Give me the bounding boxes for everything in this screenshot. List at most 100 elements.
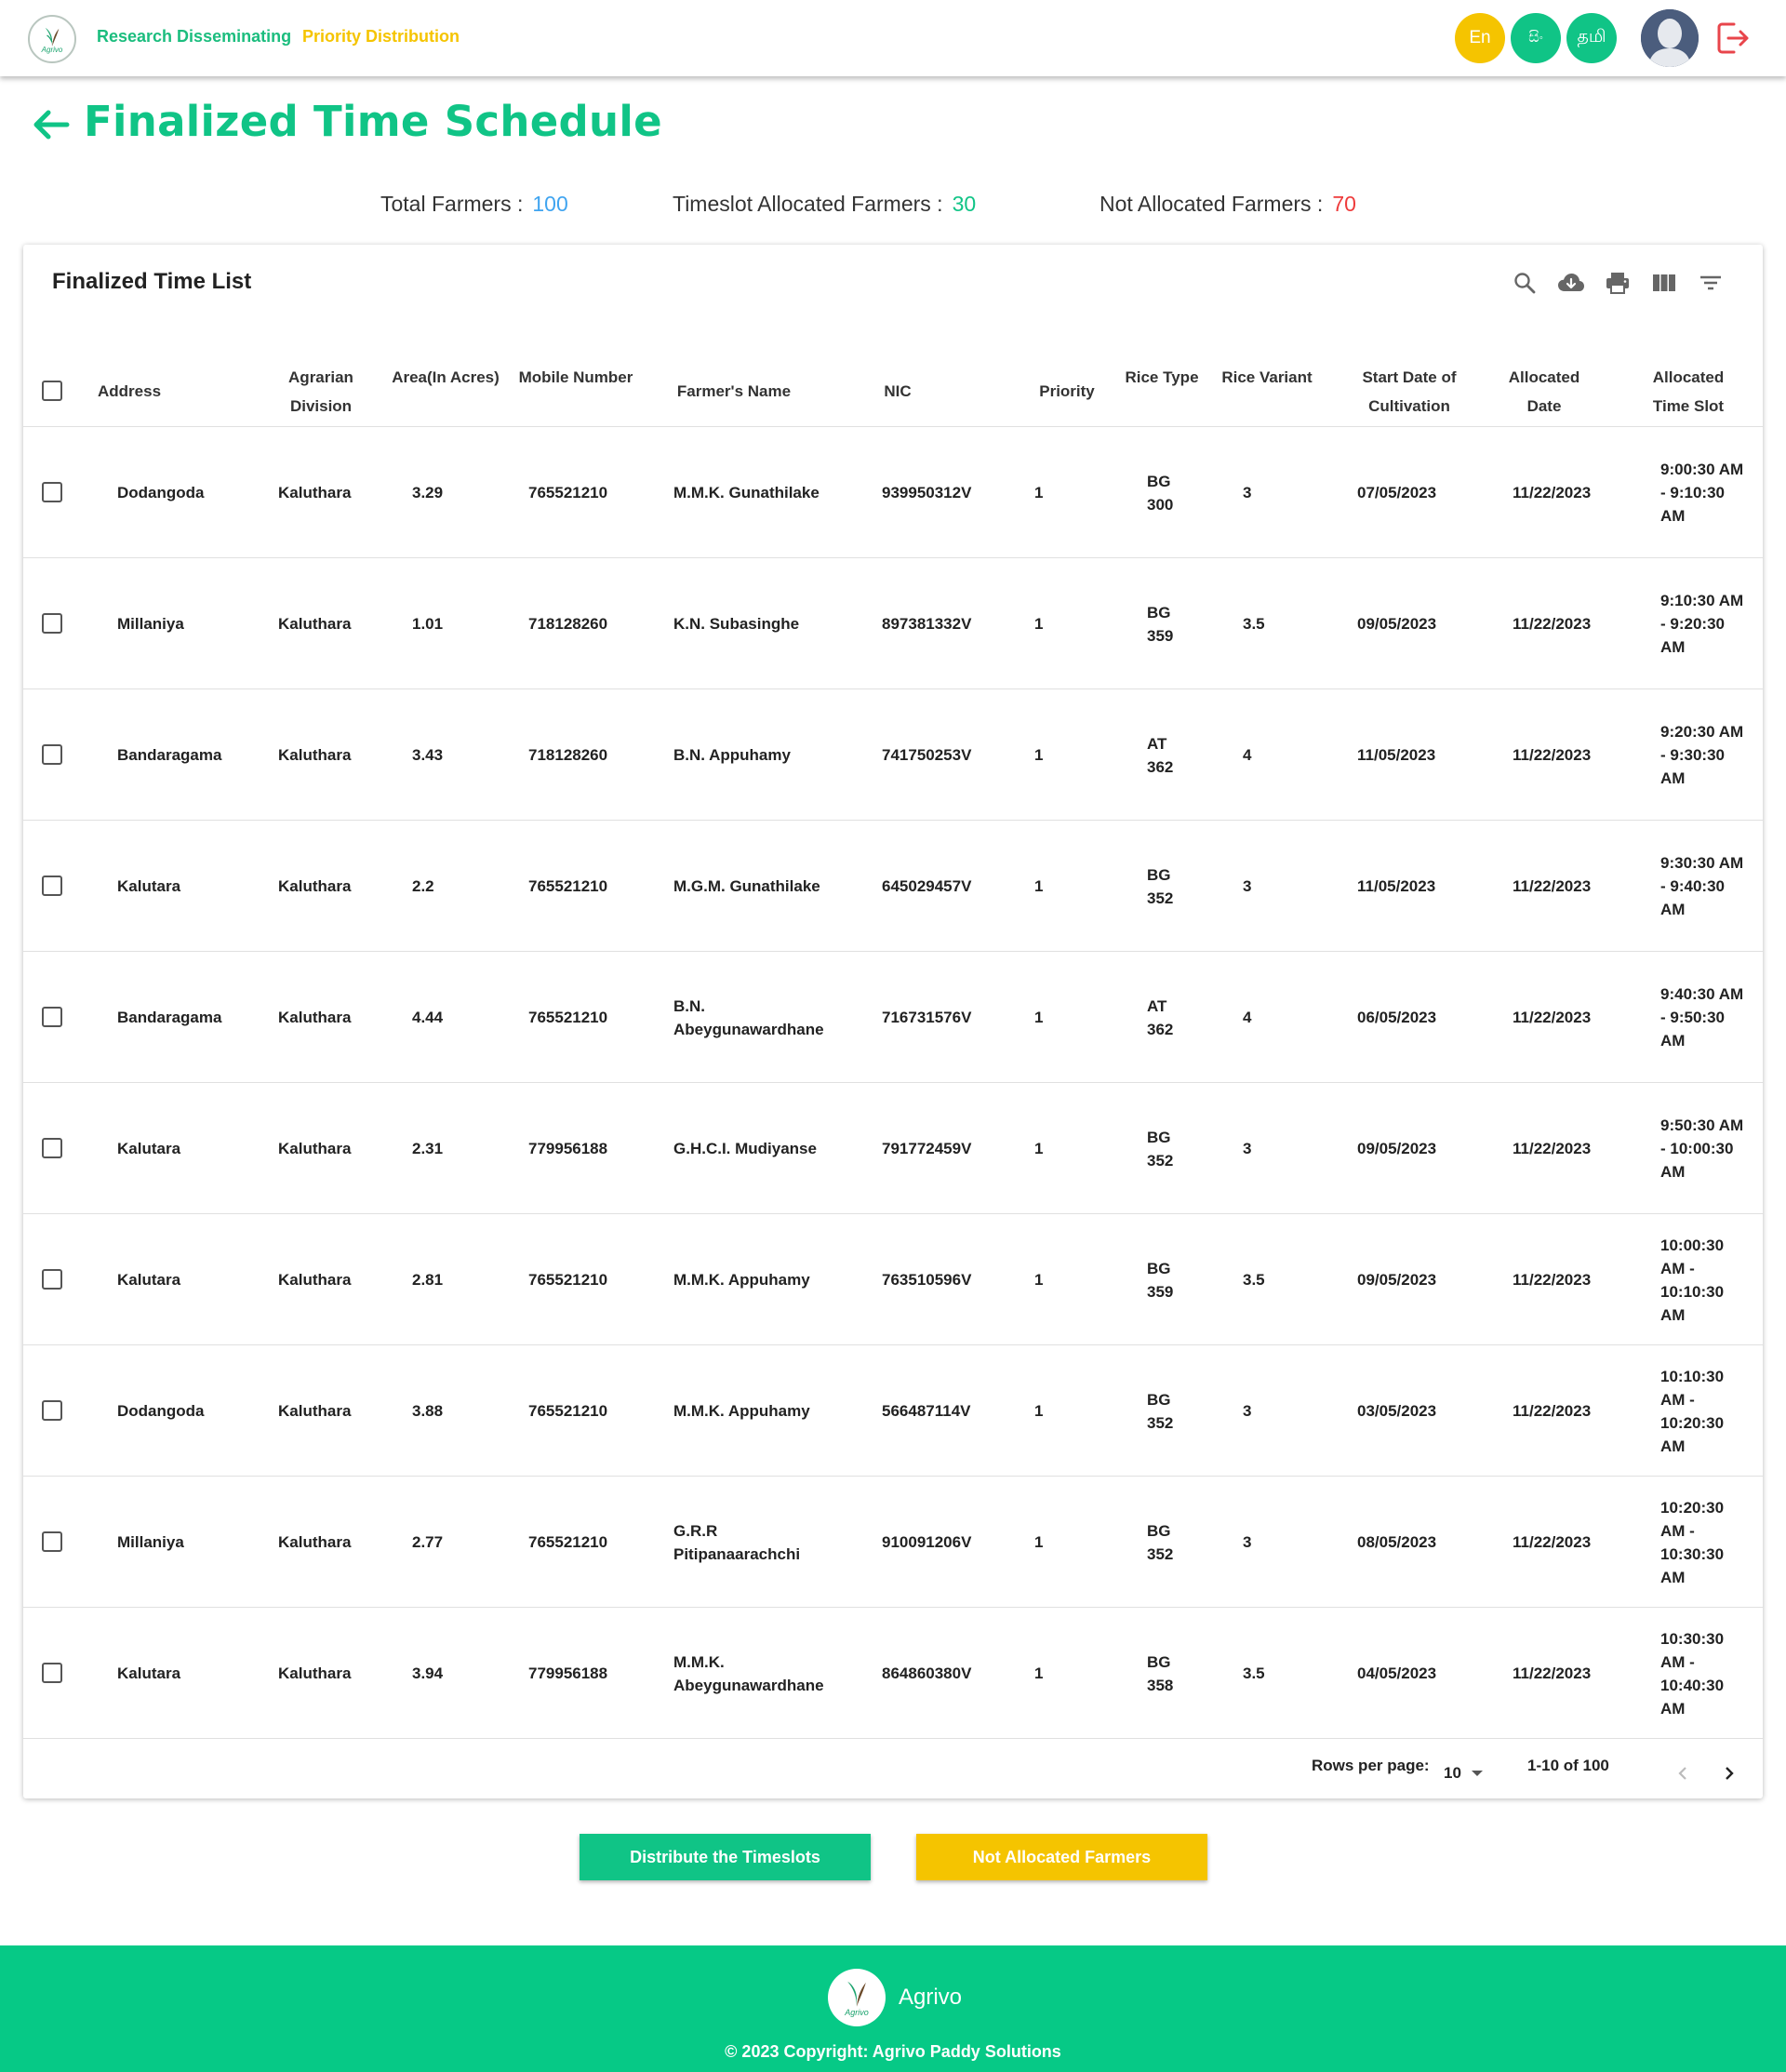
column-header-rice-type[interactable]: Rice Type [1115, 363, 1208, 392]
table-row[interactable]: Kalutara Kaluthara 2.81 765521210 M.M.K. App… [23, 1214, 1763, 1345]
column-header-priority[interactable]: Priority [1011, 363, 1123, 421]
table-row[interactable]: Dodangoda Kaluthara 3.88 765521210 M.M.K. Ap… [23, 1345, 1763, 1477]
column-header-rice-variant[interactable]: Rice Variant [1220, 363, 1313, 392]
view-columns-icon[interactable] [1648, 267, 1680, 299]
cell-variant: 3.5 [1243, 1271, 1265, 1289]
cell-priority: 1 [1034, 484, 1044, 501]
column-header-mobile-number[interactable]: Mobile Number [511, 363, 641, 392]
cell-start: 09/05/2023 [1357, 615, 1437, 633]
cell-start: 03/05/2023 [1357, 1402, 1437, 1420]
table-row[interactable]: Kalutara Kaluthara 3.94 779956188 M.M.K. Abe… [23, 1608, 1763, 1739]
cell-area: 4.44 [412, 1009, 444, 1026]
cell-variant: 3.5 [1243, 615, 1265, 633]
allocated-farmers-value: 30 [952, 192, 977, 216]
cell-address: Kalutara [117, 877, 181, 895]
print-icon[interactable] [1602, 267, 1633, 299]
column-header-nic[interactable]: NIC [842, 363, 953, 421]
cell-start: 06/05/2023 [1357, 1009, 1437, 1026]
table-row[interactable]: Bandaragama Kaluthara 4.44 765521210 B.N. Ab… [23, 952, 1763, 1083]
top-navbar: Agrivo Research Disseminating Priority D… [0, 0, 1786, 76]
chevron-down-icon[interactable] [1472, 1771, 1483, 1776]
cell-nic: 763510596V [882, 1271, 972, 1289]
cloud-download-icon[interactable] [1555, 267, 1587, 299]
cell-slot: 9:40:30 AM - 9:50:30 AM [1660, 985, 1744, 1049]
footer-brand-name: Agrivo [899, 1985, 963, 2010]
lang-sinhala-button[interactable]: සිං [1511, 13, 1561, 63]
search-icon[interactable] [1509, 267, 1540, 299]
column-header-address[interactable]: Address [98, 363, 209, 421]
cell-address: Kalutara [117, 1271, 181, 1289]
select-all-checkbox[interactable] [42, 381, 62, 401]
cell-rice-type: BG 358 [1147, 1653, 1174, 1694]
column-header-allocated-date[interactable]: Allocated Date [1493, 363, 1595, 421]
column-header-agrarian-division[interactable]: Agrarian Division [256, 363, 386, 421]
cell-area: 2.77 [412, 1533, 444, 1551]
table-row[interactable]: Kalutara Kaluthara 2.2 765521210 M.G.M. Guna… [23, 821, 1763, 952]
row-select-checkbox[interactable] [42, 1269, 62, 1290]
cell-start: 09/05/2023 [1357, 1140, 1437, 1157]
table-row[interactable]: Kalutara Kaluthara 2.31 779956188 G.H.C.I. M… [23, 1083, 1763, 1214]
nav-priority-distribution[interactable]: Priority Distribution [302, 27, 460, 47]
row-select-checkbox[interactable] [42, 1007, 62, 1027]
finalized-time-list-card: Finalized Time List Address Agrarian Div… [23, 245, 1763, 1798]
cell-variant: 3 [1243, 1533, 1252, 1551]
cell-slot: 10:00:30 AM - 10:10:30 AM [1660, 1237, 1725, 1324]
cell-name: M.M.K. Gunathilake [673, 484, 820, 501]
cell-slot: 9:00:30 AM - 9:10:30 AM [1660, 461, 1744, 525]
cell-alloc-date: 11/22/2023 [1513, 484, 1592, 501]
cell-division: Kaluthara [278, 615, 352, 633]
allocated-farmers-label: Timeslot Allocated Farmers : [673, 192, 943, 216]
cell-rice-type: BG 352 [1147, 1522, 1174, 1563]
cell-mobile: 765521210 [528, 1533, 608, 1551]
rows-per-page-select[interactable]: 10 [1444, 1764, 1461, 1783]
row-select-checkbox[interactable] [42, 1400, 62, 1421]
cell-alloc-date: 11/22/2023 [1513, 877, 1592, 895]
row-select-checkbox[interactable] [42, 613, 62, 634]
row-select-checkbox[interactable] [42, 1138, 62, 1158]
back-arrow-icon[interactable] [30, 104, 71, 145]
cell-name: M.M.K. Appuhamy [673, 1271, 810, 1289]
column-header-farmers-name[interactable]: Farmer's Name [660, 363, 808, 421]
table-row[interactable]: Millaniya Kaluthara 2.77 765521210 G.R.R Pit… [23, 1477, 1763, 1608]
cell-priority: 1 [1034, 1140, 1044, 1157]
table-title: Finalized Time List [52, 269, 252, 294]
table-row[interactable]: Millaniya Kaluthara 1.01 718128260 K.N. Suba… [23, 558, 1763, 689]
row-select-checkbox[interactable] [42, 876, 62, 896]
row-select-checkbox[interactable] [42, 1531, 62, 1552]
cell-alloc-date: 11/22/2023 [1513, 1533, 1592, 1551]
cell-rice-type: AT 362 [1147, 735, 1174, 776]
table-row[interactable]: Dodangoda Kaluthara 3.29 765521210 M.M.K. Gu… [23, 427, 1763, 558]
table-row[interactable]: Bandaragama Kaluthara 3.43 718128260 B.N. Ap… [23, 689, 1763, 821]
cell-division: Kaluthara [278, 877, 352, 895]
cell-mobile: 779956188 [528, 1140, 608, 1157]
column-header-start-date[interactable]: Start Date of Cultivation [1326, 363, 1493, 421]
cell-priority: 1 [1034, 1533, 1044, 1551]
cell-division: Kaluthara [278, 484, 352, 501]
cell-rice-type: BG 359 [1147, 604, 1174, 645]
lang-english-button[interactable]: En [1455, 13, 1505, 63]
logout-icon[interactable] [1713, 19, 1753, 58]
cell-name: B.N. Abeygunawardhane [673, 997, 824, 1038]
next-page-icon[interactable] [1716, 1760, 1742, 1786]
row-select-checkbox[interactable] [42, 744, 62, 765]
user-avatar[interactable] [1641, 9, 1699, 67]
nav-research-disseminating[interactable]: Research Disseminating [97, 27, 291, 47]
cell-area: 3.94 [412, 1664, 444, 1682]
cell-nic: 897381332V [882, 615, 972, 633]
column-header-allocated-time-slot[interactable]: Allocated Time Slot [1637, 363, 1739, 421]
row-select-checkbox[interactable] [42, 1663, 62, 1683]
cell-nic: 864860380V [882, 1664, 972, 1682]
column-header-area[interactable]: Area(In Acres) [380, 363, 511, 392]
not-allocated-farmers-button[interactable]: Not Allocated Farmers [916, 1834, 1207, 1880]
previous-page-icon[interactable] [1670, 1760, 1696, 1786]
agrivo-logo[interactable]: Agrivo [28, 15, 76, 63]
cell-priority: 1 [1034, 1271, 1044, 1289]
lang-tamil-button[interactable]: தமி [1566, 13, 1617, 63]
total-farmers-label: Total Farmers : [380, 192, 524, 216]
cell-rice-type: BG 352 [1147, 866, 1174, 907]
cell-mobile: 765521210 [528, 1009, 608, 1026]
cell-rice-type: AT 362 [1147, 997, 1174, 1038]
filter-list-icon[interactable] [1695, 267, 1726, 299]
distribute-timeslots-button[interactable]: Distribute the Timeslots [580, 1834, 871, 1880]
row-select-checkbox[interactable] [42, 482, 62, 502]
